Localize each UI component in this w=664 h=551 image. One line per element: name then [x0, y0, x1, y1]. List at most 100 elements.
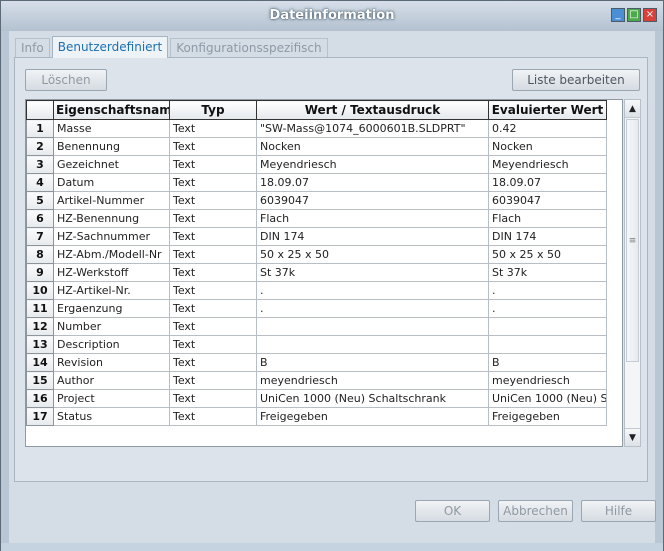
type-cell[interactable]: Text — [169, 281, 257, 300]
type-cell[interactable]: Text — [169, 227, 257, 246]
table-row[interactable]: 13 Description Text — [26, 335, 607, 354]
table-row[interactable]: 17 Status Text Freigegeben Freigegeben — [26, 407, 607, 426]
type-cell[interactable]: Text — [169, 353, 257, 372]
value-cell[interactable]: B — [256, 353, 489, 372]
column-header-value[interactable]: Wert / Textausdruck — [256, 100, 489, 120]
property-name-cell[interactable]: Number — [53, 317, 170, 336]
table-row[interactable]: 4 Datum Text 18.09.07 18.09.07 — [26, 173, 607, 192]
type-cell[interactable]: Text — [169, 335, 257, 354]
evaluated-value-cell — [488, 335, 607, 354]
close-button[interactable]: × — [643, 8, 657, 22]
table-row[interactable]: 2 Benennung Text Nocken Nocken — [26, 137, 607, 156]
type-cell[interactable]: Text — [169, 317, 257, 336]
value-cell[interactable]: 6039047 — [256, 191, 489, 210]
table-row[interactable]: 11 Ergaenzung Text.. — [26, 299, 607, 318]
edit-list-button[interactable]: Liste bearbeiten — [512, 69, 640, 91]
property-name-cell[interactable]: Masse — [53, 119, 170, 138]
ok-button[interactable]: OK — [415, 500, 490, 522]
file-info-dialog: Dateiinformation _ □ × Info Benutzerdefi… — [0, 0, 664, 551]
type-cell[interactable]: Text — [169, 389, 257, 408]
maximize-button[interactable]: □ — [627, 8, 641, 22]
column-header-type[interactable]: Typ — [169, 100, 257, 120]
table-row[interactable]: 14 Revision Text B B — [26, 353, 607, 372]
scroll-down-arrow-icon[interactable]: ▼ — [625, 428, 640, 446]
tab-info[interactable]: Info — [15, 38, 50, 58]
scroll-up-arrow-icon[interactable]: ▲ — [625, 100, 640, 118]
value-cell[interactable] — [256, 317, 489, 336]
title-bar[interactable]: Dateiinformation _ □ × — [1, 1, 663, 31]
table-row[interactable]: 8 HZ-Abm./Modell-Nr Text 50 x 25 x 50 50 x 2… — [26, 245, 607, 264]
table-row[interactable]: 7 HZ-Sachnummer Text DIN 174 DIN 174 — [26, 227, 607, 246]
property-name-cell[interactable]: HZ-Artikel-Nr. — [53, 281, 170, 300]
column-header-evaluated-value[interactable]: Evaluierter Wert — [488, 100, 607, 120]
property-name-cell[interactable]: Benennung — [53, 137, 170, 156]
column-header-property-name[interactable]: Eigenschaftsname — [53, 100, 170, 120]
evaluated-value-cell: DIN 174 — [488, 227, 607, 246]
table-row[interactable]: 3 Gezeichnet Text Meyendriesch Meyendriesch — [26, 155, 607, 174]
value-cell[interactable]: . — [256, 299, 489, 318]
table-row[interactable]: 6 HZ-Benennung Text Flach Flach — [26, 209, 607, 228]
evaluated-value-cell: Flach — [488, 209, 607, 228]
minimize-button[interactable]: _ — [611, 8, 625, 22]
value-cell[interactable]: St 37k — [256, 263, 489, 282]
value-cell[interactable]: Meyendriesch — [256, 155, 489, 174]
value-cell[interactable]: 18.09.07 — [256, 173, 489, 192]
evaluated-value-cell: 6039047 — [488, 191, 607, 210]
table-row[interactable]: 12 Number Text — [26, 317, 607, 336]
property-name-cell[interactable]: HZ-Sachnummer — [53, 227, 170, 246]
row-number-cell: 8 — [26, 245, 54, 264]
type-cell[interactable]: Text — [169, 137, 257, 156]
row-number-cell: 16 — [26, 389, 54, 408]
type-cell[interactable]: Text — [169, 407, 257, 426]
delete-button[interactable]: Löschen — [25, 69, 107, 91]
value-cell[interactable]: meyendriesch — [256, 371, 489, 390]
property-name-cell[interactable]: Gezeichnet — [53, 155, 170, 174]
property-name-cell[interactable]: Description — [53, 335, 170, 354]
property-name-cell[interactable]: Revision — [53, 353, 170, 372]
type-cell[interactable]: Text — [169, 155, 257, 174]
property-name-cell[interactable]: Datum — [53, 173, 170, 192]
value-cell[interactable]: UniCen 1000 (Neu) Schaltschrank — [256, 389, 489, 408]
properties-table-body: 1 Masse Text "SW-Mass@1074_6000601B.SLDPRT"… — [26, 119, 607, 426]
row-number-cell: 6 — [26, 209, 54, 228]
value-cell[interactable]: "SW-Mass@1074_6000601B.SLDPRT" — [256, 119, 489, 138]
table-row[interactable]: 15 Author Text meyendriesch meyendriesch — [26, 371, 607, 390]
type-cell[interactable]: Text — [169, 209, 257, 228]
cancel-button[interactable]: Abbrechen — [498, 500, 573, 522]
property-name-cell[interactable]: HZ-Werkstoff — [53, 263, 170, 282]
value-cell[interactable]: Flach — [256, 209, 489, 228]
property-name-cell[interactable]: Artikel-Nummer — [53, 191, 170, 210]
value-cell[interactable]: Nocken — [256, 137, 489, 156]
type-cell[interactable]: Text — [169, 173, 257, 192]
value-cell[interactable] — [256, 335, 489, 354]
property-name-cell[interactable]: Status — [53, 407, 170, 426]
property-name-cell[interactable]: Project — [53, 389, 170, 408]
type-cell[interactable]: Text — [169, 191, 257, 210]
property-name-cell[interactable]: HZ-Abm./Modell-Nr — [53, 245, 170, 264]
table-row[interactable]: 16 Project Text UniCen 1000 (Neu) Schaltsch… — [26, 389, 607, 408]
type-cell[interactable]: Text — [169, 119, 257, 138]
type-cell[interactable]: Text — [169, 245, 257, 264]
value-cell[interactable]: Freigegeben — [256, 407, 489, 426]
property-name-cell[interactable]: Author — [53, 371, 170, 390]
property-name-cell[interactable]: Ergaenzung — [53, 299, 170, 318]
type-cell[interactable]: Text — [169, 263, 257, 282]
vertical-scrollbar[interactable]: ▲ ≡ ▼ — [624, 99, 641, 447]
evaluated-value-cell: Nocken — [488, 137, 607, 156]
tab-custom[interactable]: Benutzerdefiniert — [51, 36, 169, 58]
table-row[interactable]: 1 Masse Text "SW-Mass@1074_6000601B.SLDPRT"… — [26, 119, 607, 138]
help-button[interactable]: Hilfe — [581, 500, 656, 522]
value-cell[interactable]: DIN 174 — [256, 227, 489, 246]
row-number-cell: 12 — [26, 317, 54, 336]
row-number-cell: 2 — [26, 137, 54, 156]
type-cell[interactable]: Text — [169, 299, 257, 318]
value-cell[interactable]: . — [256, 281, 489, 300]
type-cell[interactable]: Text — [169, 371, 257, 390]
scroll-thumb[interactable]: ≡ — [626, 119, 639, 362]
tab-configuration-specific[interactable]: Konfigurationsspezifisch — [170, 38, 328, 58]
property-name-cell[interactable]: HZ-Benennung — [53, 209, 170, 228]
table-row[interactable]: 9 HZ-Werkstoff Text St 37k St 37k — [26, 263, 607, 282]
value-cell[interactable]: 50 x 25 x 50 — [256, 245, 489, 264]
table-row[interactable]: 10 HZ-Artikel-Nr. Text.. — [26, 281, 607, 300]
table-row[interactable]: 5 Artikel-Nummer Text 6039047 6039047 — [26, 191, 607, 210]
